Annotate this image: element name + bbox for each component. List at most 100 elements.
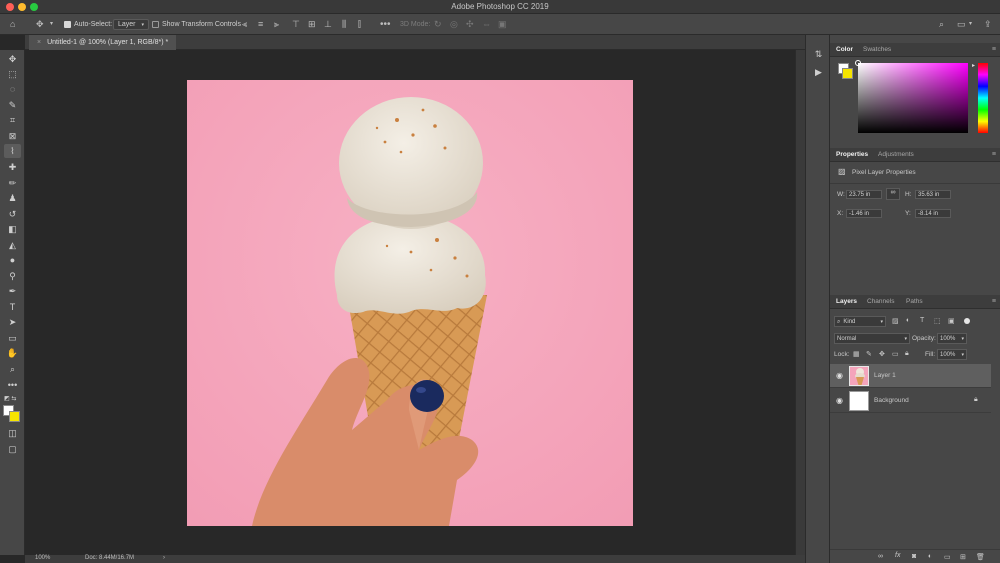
move-tool-icon[interactable]: ✥ — [4, 52, 21, 66]
3d-orbit-icon[interactable]: ↻ — [434, 18, 442, 31]
layer-row-background[interactable]: ◉ Background 🔒︎ — [830, 389, 991, 413]
align-right-icon[interactable]: ⫸ — [274, 18, 279, 31]
align-center-icon[interactable]: ≡ — [258, 18, 263, 31]
pen-tool-icon[interactable]: ✒ — [4, 284, 21, 298]
align-left-icon[interactable]: ⫷ — [242, 18, 247, 31]
brush-tool-icon[interactable]: ✏ — [4, 176, 21, 190]
home-icon[interactable]: ⌂ — [10, 18, 15, 31]
new-group-icon[interactable]: ▭ — [944, 553, 951, 561]
background-color-swatch[interactable] — [9, 411, 20, 422]
filter-shape-icon[interactable]: ⬚ — [934, 317, 941, 325]
distribute-icon[interactable]: ⫼ — [342, 18, 346, 31]
delete-layer-icon[interactable]: 🗑︎ — [976, 553, 985, 561]
new-layer-icon[interactable]: ⊞ — [960, 553, 966, 561]
swap-colors-icon[interactable]: ◩ ⇆ — [4, 391, 21, 405]
tab-document[interactable]: × Untitled-1 @ 100% (Layer 1, RGB/8*) * — [29, 35, 177, 50]
workspace-chevron-icon[interactable]: ▾ — [969, 18, 972, 31]
tool-preset-chevron-icon[interactable]: ▾ — [50, 18, 53, 31]
type-tool-icon[interactable]: T — [4, 300, 21, 314]
zoom-level[interactable]: 100% — [35, 555, 50, 561]
screen-mode-icon[interactable]: ▢ — [4, 442, 21, 456]
hue-slider[interactable] — [978, 63, 988, 133]
quick-selection-tool-icon[interactable]: ✎ — [4, 98, 21, 112]
align-middle-icon[interactable]: ⊞ — [308, 18, 316, 31]
move-tool-icon[interactable]: ✥ — [36, 18, 44, 31]
frame-tool-icon[interactable]: ⊠ — [4, 129, 21, 143]
marquee-tool-icon[interactable]: ⬚ — [4, 67, 21, 81]
lock-artboard-icon[interactable]: ▭ — [892, 350, 899, 358]
layer-row-layer-1[interactable]: ◉ Layer 1 — [830, 364, 991, 388]
healing-brush-tool-icon[interactable]: ✚ — [4, 160, 21, 174]
vertical-scrollbar[interactable] — [795, 50, 805, 555]
tab-swatches[interactable]: Swatches — [863, 46, 891, 53]
close-tab-icon[interactable]: × — [37, 39, 41, 46]
layer-filter-dropdown[interactable]: ⌕ Kind ▾ — [834, 316, 886, 327]
align-top-icon[interactable]: ⊤ — [292, 18, 300, 31]
actions-panel-icon[interactable]: ▶ — [810, 65, 827, 79]
color-picker-handle[interactable] — [855, 60, 861, 66]
fill-field[interactable]: 100% ▾ — [937, 349, 967, 360]
rectangle-tool-icon[interactable]: ▭ — [4, 331, 21, 345]
3d-roll-icon[interactable]: ◎ — [450, 18, 458, 31]
lock-image-icon[interactable]: ✎ — [866, 350, 872, 358]
more-options-icon[interactable]: ••• — [380, 18, 391, 31]
auto-select-dropdown[interactable]: Layer ▾ — [113, 19, 150, 30]
x-field[interactable]: -1.46 in — [846, 209, 882, 218]
filter-smart-object-icon[interactable]: ▣ — [948, 317, 955, 325]
hand-tool-icon[interactable]: ✋ — [4, 346, 21, 360]
color-panel-menu-icon[interactable]: ≡ — [992, 46, 996, 53]
workspace-icon[interactable]: ▭ — [957, 18, 966, 31]
dodge-tool-icon[interactable]: ⚲ — [4, 269, 21, 283]
search-icon[interactable]: ⌕ — [939, 18, 944, 31]
show-transform-controls-checkbox[interactable]: Show Transform Controls — [152, 18, 241, 31]
opacity-field[interactable]: 100% ▾ — [937, 333, 967, 344]
lock-position-icon[interactable]: ✥ — [879, 350, 885, 358]
document-canvas[interactable] — [187, 80, 633, 526]
auto-select-checkbox[interactable]: Auto-Select: — [64, 18, 112, 31]
blend-mode-dropdown[interactable]: Normal ▾ — [834, 333, 910, 344]
tab-properties[interactable]: Properties — [836, 151, 868, 158]
share-icon[interactable]: ⇪ — [984, 18, 992, 31]
tab-adjustments[interactable]: Adjustments — [878, 151, 914, 158]
link-dimensions-icon[interactable]: ∞ — [886, 188, 900, 200]
3d-slide-icon[interactable]: ⇔ — [482, 18, 491, 31]
eyedropper-tool-icon[interactable]: ⌇ — [4, 144, 21, 158]
layer-style-icon[interactable]: fx — [895, 552, 900, 559]
tab-channels[interactable]: Channels — [867, 298, 894, 305]
tab-paths[interactable]: Paths — [906, 298, 923, 305]
filter-pixel-icon[interactable]: ▨ — [892, 317, 899, 325]
zoom-tool-icon[interactable]: ⌕ — [4, 362, 21, 376]
distribute-spacing-icon[interactable]: ⫿ — [358, 18, 361, 31]
edit-toolbar-icon[interactable]: ••• — [4, 378, 21, 392]
blur-tool-icon[interactable]: ● — [4, 253, 21, 267]
y-field[interactable]: -8.14 in — [915, 209, 951, 218]
add-mask-icon[interactable]: ◙ — [912, 553, 916, 560]
tab-color[interactable]: Color — [836, 46, 853, 53]
layers-panel-menu-icon[interactable]: ≡ — [992, 298, 996, 305]
link-layers-icon[interactable]: ∞ — [878, 553, 883, 560]
lock-all-icon[interactable]: 🔒︎ — [905, 350, 909, 358]
hue-slider-handle-icon[interactable]: ▸ — [972, 62, 975, 69]
quick-mask-icon[interactable]: ◫ — [4, 426, 21, 440]
history-brush-tool-icon[interactable]: ↺ — [4, 207, 21, 221]
filter-adjustment-icon[interactable]: ◐ — [906, 317, 910, 324]
color-field[interactable] — [855, 60, 968, 133]
visibility-eye-icon[interactable]: ◉ — [836, 396, 843, 405]
color-panel-background-swatch[interactable] — [842, 68, 853, 79]
clone-stamp-tool-icon[interactable]: ♟ — [4, 191, 21, 205]
filter-toggle-icon[interactable] — [964, 318, 970, 324]
lasso-tool-icon[interactable]: ◌ — [4, 82, 21, 96]
lock-transparent-icon[interactable]: ▦ — [853, 350, 860, 358]
paint-bucket-tool-icon[interactable]: ◭ — [4, 238, 21, 252]
3d-scale-icon[interactable]: ▣ — [498, 18, 507, 31]
status-chevron-icon[interactable]: › — [163, 555, 165, 561]
3d-drag-icon[interactable]: ✣ — [466, 18, 474, 31]
tab-layers[interactable]: Layers — [836, 298, 857, 305]
height-field[interactable]: 35.63 in — [915, 190, 951, 199]
filter-type-icon[interactable]: T — [920, 317, 924, 324]
width-field[interactable]: 23.75 in — [846, 190, 882, 199]
history-panel-icon[interactable]: ⇅ — [810, 47, 827, 61]
path-selection-tool-icon[interactable]: ➤ — [4, 315, 21, 329]
properties-panel-menu-icon[interactable]: ≡ — [992, 151, 996, 158]
adjustment-layer-icon[interactable]: ◐ — [928, 553, 932, 560]
